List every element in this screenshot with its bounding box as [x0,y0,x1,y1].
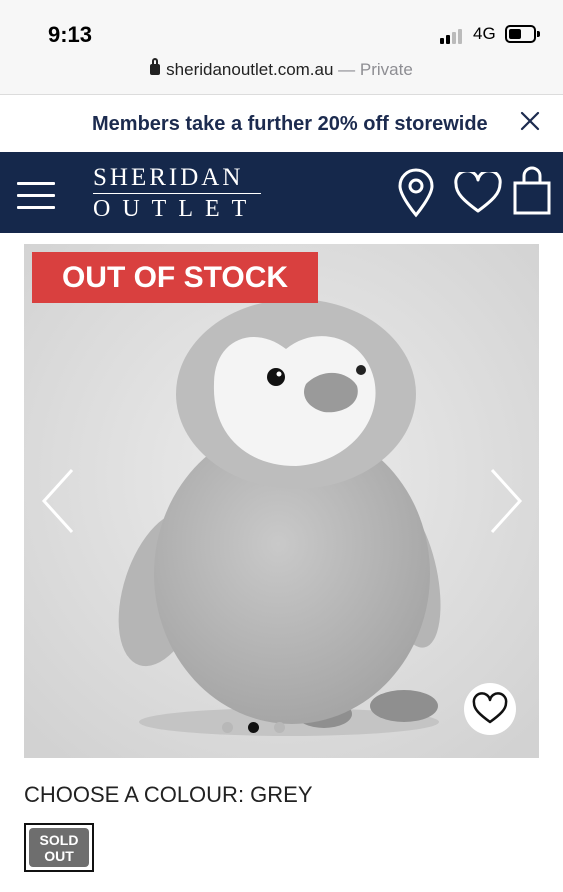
close-icon[interactable] [520,108,540,136]
carousel-prev-icon[interactable] [38,466,78,541]
site-logo[interactable]: SHERIDAN OUTLET [93,164,263,221]
lock-icon [150,58,161,75]
wishlist-heart-icon [472,692,508,724]
browser-status-bar: 9:13 4G sheridanoutlet.com.au — Private [0,0,563,95]
product-image [24,244,539,758]
address-bar[interactable]: sheridanoutlet.com.au — Private [0,58,563,80]
battery-icon [505,25,540,43]
promo-banner: Members take a further 20% off storewide [0,96,563,152]
menu-icon[interactable] [17,182,55,210]
promo-text[interactable]: Members take a further 20% off storewide [92,113,488,136]
shopping-bag-icon[interactable] [512,166,552,221]
carousel-dot[interactable] [222,722,233,733]
site-header: SHERIDAN OUTLET [0,152,563,233]
logo-divider [93,193,261,194]
carousel-dot-active[interactable] [248,722,259,733]
carousel-next-icon[interactable] [486,466,526,541]
status-time: 9:13 [48,22,93,47]
sold-out-line2: OUT [44,848,74,864]
heart-icon[interactable] [453,169,503,219]
colour-label: CHOOSE A COLOUR: GREY [24,782,313,807]
sold-out-line1: SOLD [39,832,79,848]
location-pin-icon[interactable] [396,168,436,223]
wishlist-button[interactable] [464,683,516,735]
private-label: Private [359,60,413,79]
sold-out-swatch: SOLD OUT [29,828,89,867]
product-image-carousel[interactable]: OUT OF STOCK [24,244,539,758]
network-label: 4G [473,24,496,43]
colour-swatch-grey[interactable]: SOLD OUT [24,823,94,872]
carousel-dot[interactable] [274,722,285,733]
url-text: sheridanoutlet.com.au [166,60,334,79]
out-of-stock-badge: OUT OF STOCK [32,252,318,303]
logo-bottom-text: OUTLET [93,196,259,222]
logo-top-text: SHERIDAN [93,164,244,191]
signal-icon [440,26,468,44]
url-separator: — [333,60,360,79]
